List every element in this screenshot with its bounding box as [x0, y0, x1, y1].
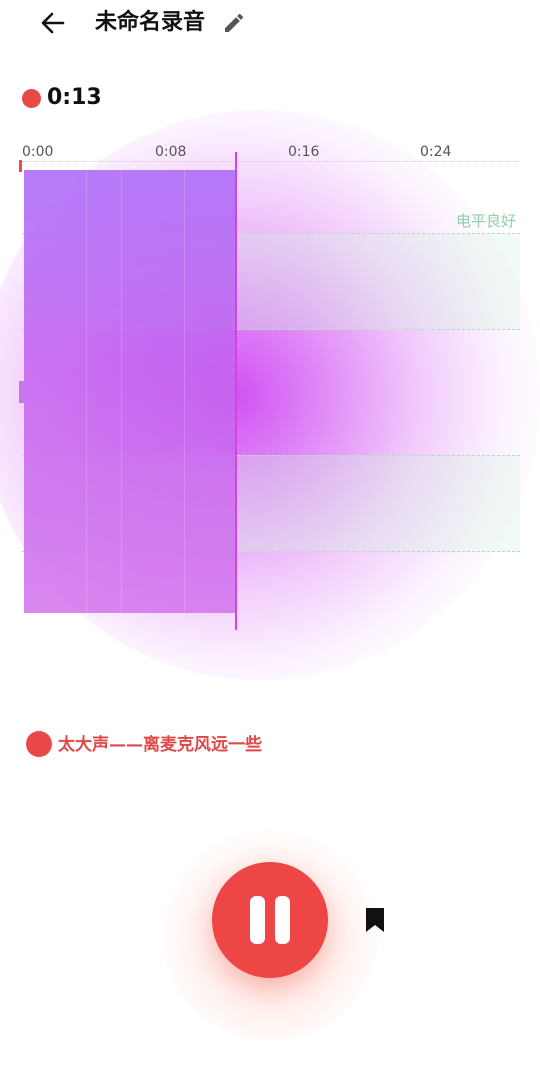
waveform-divider — [121, 170, 122, 613]
waveform — [24, 170, 236, 613]
recording-title: 未命名录音 — [95, 10, 206, 35]
warning-indicator — [26, 731, 52, 757]
timeline-tick: 0:16 — [288, 144, 320, 160]
timeline-start-marker — [19, 160, 22, 172]
edit-title-button[interactable] — [222, 11, 246, 35]
volume-warning: 太大声——离麦克风远一些 — [58, 735, 262, 755]
timeline-tick: 0:08 — [155, 144, 187, 160]
bookmark-button[interactable] — [363, 906, 387, 934]
timeline-ruler — [22, 161, 520, 162]
bookmark-icon — [366, 908, 384, 932]
elapsed-time: 0:13 — [47, 85, 102, 110]
pause-button[interactable] — [212, 862, 328, 978]
playhead[interactable] — [235, 152, 237, 630]
waveform-divider — [184, 170, 185, 613]
waveform-divider — [86, 170, 87, 613]
pencil-icon — [225, 13, 244, 32]
recording-indicator — [22, 89, 41, 108]
level-status-label: 电平良好 — [455, 212, 516, 230]
pause-icon-bar — [250, 896, 265, 944]
arrow-left-icon — [41, 12, 65, 34]
timeline-tick: 0:24 — [420, 144, 452, 160]
scroll-handle[interactable] — [19, 381, 24, 403]
top-bar: 未命名录音 — [0, 0, 540, 48]
timeline-tick: 0:00 — [22, 144, 54, 160]
recorder-screen: 未命名录音 0:13 0:00 0:08 0:16 0:24 电平良好 太大声—… — [0, 0, 540, 1075]
back-button[interactable] — [36, 6, 70, 40]
pause-icon-bar — [275, 896, 290, 944]
